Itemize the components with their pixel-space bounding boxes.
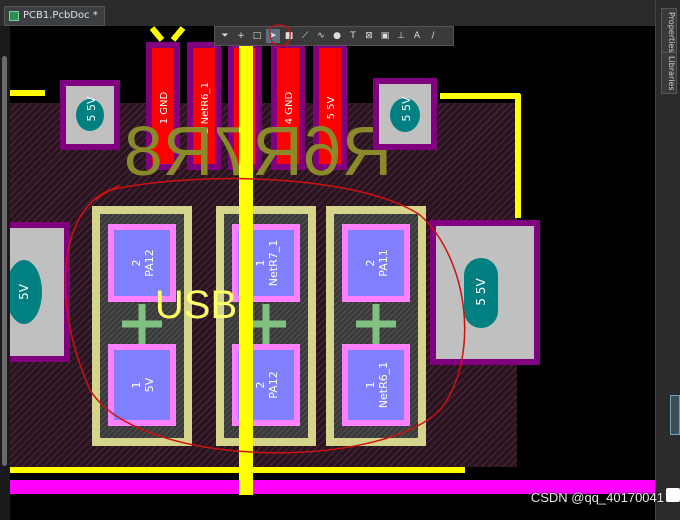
small-pad-left: 5 5V: [60, 80, 120, 150]
silk-line: [170, 26, 186, 42]
highlight-annotation: [269, 24, 291, 47]
text-string-icon[interactable]: T: [346, 29, 360, 43]
side-pad-right: 5 5V: [430, 220, 540, 365]
usb-component: 2PA111NetR6_1: [326, 206, 426, 446]
filter-icon[interactable]: ⏷: [218, 29, 232, 43]
mirrored-silk-label: R6R7R8: [124, 112, 392, 190]
side-pad-left: 5V: [10, 222, 70, 362]
pad-label: 5 5V: [474, 278, 488, 306]
pcb-drawing: 1 GND2 NetR6_13 4 GND5 5V R6R7R8 5 5V 5 …: [10, 26, 655, 495]
pad-icon[interactable]: ▣: [378, 29, 392, 43]
select-rect-icon[interactable]: □: [250, 29, 264, 43]
pcb-canvas[interactable]: 1 GND2 NetR6_13 4 GND5 5V R6R7R8 5 5V 5 …: [10, 26, 655, 520]
tab-libraries[interactable]: Libraries: [661, 52, 677, 94]
tab-title: PCB1.PcbDoc *: [23, 10, 98, 21]
tab-properties[interactable]: Properties: [661, 8, 677, 56]
line-icon[interactable]: /: [426, 29, 440, 43]
pad-label: 5V: [17, 283, 31, 300]
interactive-route-icon[interactable]: ∿: [314, 29, 328, 43]
pad-label: 5 5V: [400, 96, 413, 121]
scroll-thumb[interactable]: [2, 56, 7, 466]
smd-components: 2PA1215V1NetR7_12PA122PA111NetR6_1: [92, 206, 426, 446]
panel-handle[interactable]: [670, 395, 680, 435]
silk-line: [149, 26, 165, 42]
pcb-doc-icon: [9, 11, 19, 21]
pad-label: 5 5V: [85, 96, 98, 121]
via-icon[interactable]: ●: [330, 29, 344, 43]
silk-usb-label: USB: [155, 283, 237, 327]
route-icon[interactable]: ⟋: [298, 29, 312, 43]
left-scrollbar[interactable]: [0, 26, 10, 520]
keepout-icon[interactable]: ⊠: [362, 29, 376, 43]
plus-icon[interactable]: +: [234, 29, 248, 43]
watermark-logo: [666, 488, 680, 502]
right-panel-strip: Properties Libraries: [655, 0, 680, 520]
small-pad-right: 5 5V: [373, 78, 437, 150]
watermark-text: CSDN @qq_40170041: [530, 490, 664, 505]
tab-pcb1[interactable]: PCB1.PcbDoc *: [4, 6, 105, 26]
dimension-icon[interactable]: ⊥: [394, 29, 408, 43]
text-icon[interactable]: A: [410, 29, 424, 43]
active-bar-toolbar: ⏷ + □ ➤ ■ ⟋ ∿ ● T ⊠ ▣ ⊥ A /: [214, 26, 454, 46]
document-tab-bar: PCB1.PcbDoc *: [0, 0, 680, 26]
